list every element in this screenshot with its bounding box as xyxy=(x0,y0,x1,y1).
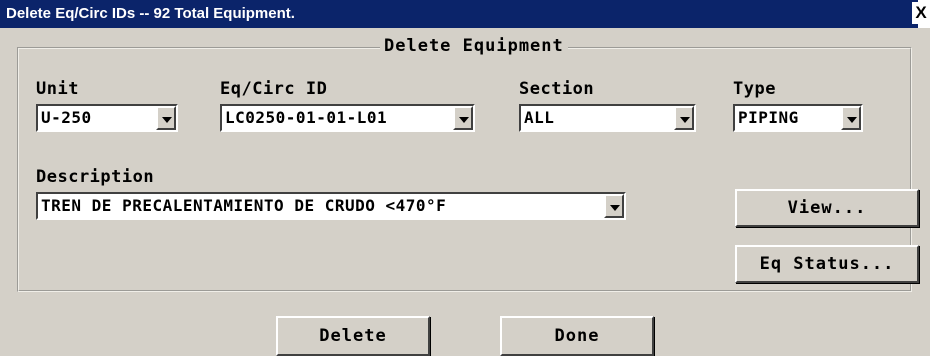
close-icon[interactable]: X xyxy=(912,2,930,24)
group-title: Delete Equipment xyxy=(380,36,568,56)
done-button[interactable]: Done xyxy=(500,316,654,356)
eq-circ-id-combobox[interactable]: LC0250-01-01-L01 xyxy=(220,104,475,132)
unit-combobox[interactable]: U-250 xyxy=(36,104,178,132)
view-button[interactable]: View... xyxy=(735,189,919,227)
eq-circ-id-value: LC0250-01-01-L01 xyxy=(225,108,388,127)
delete-button[interactable]: Delete xyxy=(276,316,430,356)
description-value: TREN DE PRECALENTAMIENTO DE CRUDO <470°F xyxy=(41,196,447,215)
section-value: ALL xyxy=(524,108,555,127)
section-label: Section xyxy=(519,79,595,99)
section-combobox[interactable]: ALL xyxy=(519,104,696,132)
type-combobox[interactable]: PIPING xyxy=(733,104,863,132)
chevron-down-icon[interactable] xyxy=(156,106,176,130)
chevron-down-icon[interactable] xyxy=(604,194,624,218)
chevron-down-icon[interactable] xyxy=(453,106,473,130)
delete-equipment-group: Delete Equipment Unit U-250 Eq/Circ ID L… xyxy=(17,36,919,292)
unit-label: Unit xyxy=(36,79,79,99)
unit-value: U-250 xyxy=(41,108,92,127)
window-title: Delete Eq/Circ IDs -- 92 Total Equipment… xyxy=(0,0,918,28)
eq-circ-id-label: Eq/Circ ID xyxy=(220,79,328,99)
title-bar: Delete Eq/Circ IDs -- 92 Total Equipment… xyxy=(0,0,930,28)
description-combobox[interactable]: TREN DE PRECALENTAMIENTO DE CRUDO <470°F xyxy=(36,192,626,220)
chevron-down-icon[interactable] xyxy=(841,106,861,130)
eq-status-button[interactable]: Eq Status... xyxy=(735,245,919,283)
type-label: Type xyxy=(733,79,776,99)
description-label: Description xyxy=(36,167,155,187)
type-value: PIPING xyxy=(738,108,799,127)
chevron-down-icon[interactable] xyxy=(674,106,694,130)
